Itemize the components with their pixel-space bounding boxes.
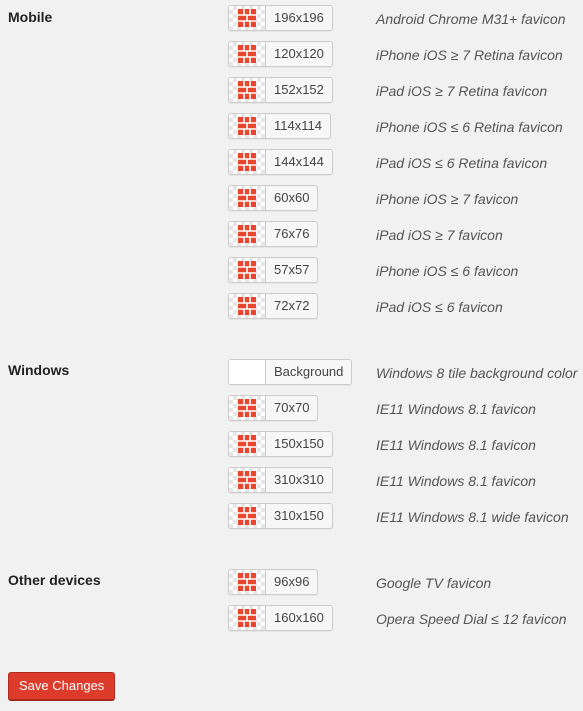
favicon-upload-button[interactable]: 57x57 bbox=[228, 257, 319, 283]
favicon-upload-button[interactable]: 72x72 bbox=[228, 293, 319, 319]
favicon-description: iPhone iOS ≥ 7 Retina favicon bbox=[376, 47, 563, 63]
favicon-description: iPad iOS ≥ 7 favicon bbox=[376, 227, 503, 243]
favicon-thumbnail-icon bbox=[229, 186, 266, 210]
favicon-size-label: 70x70 bbox=[274, 400, 310, 415]
favicon-description: IE11 Windows 8.1 favicon bbox=[376, 437, 536, 453]
favicon-thumbnail-icon bbox=[229, 570, 266, 594]
favicon-upload-button[interactable]: 144x144 bbox=[228, 149, 333, 175]
favicon-size-label: 57x57 bbox=[274, 262, 310, 277]
section-label-mobile: Mobile bbox=[8, 9, 53, 25]
background-label: Background bbox=[274, 364, 344, 379]
favicon-description: Android Chrome M31+ favicon bbox=[376, 11, 566, 27]
favicon-thumbnail-icon bbox=[229, 468, 266, 492]
favicon-thumbnail-icon bbox=[229, 42, 266, 66]
favicon-size-label: 120x120 bbox=[274, 46, 324, 61]
favicon-description: IE11 Windows 8.1 favicon bbox=[376, 401, 536, 417]
favicon-upload-button[interactable]: 76x76 bbox=[228, 221, 319, 247]
favicon-upload-button[interactable]: 310x310 bbox=[228, 467, 333, 493]
favicon-thumbnail-icon bbox=[229, 114, 266, 138]
favicon-upload-button[interactable]: 96x96 bbox=[228, 569, 319, 595]
favicon-size-label: 310x310 bbox=[274, 472, 324, 487]
favicon-description: Windows 8 tile background color bbox=[376, 365, 578, 381]
favicon-description: iPhone iOS ≤ 6 Retina favicon bbox=[376, 119, 563, 135]
favicon-size-label: 76x76 bbox=[274, 226, 310, 241]
section-label-windows: Windows bbox=[8, 362, 70, 378]
section-label-other-devices: Other devices bbox=[8, 572, 101, 588]
favicon-upload-button[interactable]: 70x70 bbox=[228, 395, 319, 421]
favicon-size-label: 114x114 bbox=[274, 118, 322, 133]
background-color-button[interactable]: Background bbox=[228, 359, 353, 385]
favicon-description: IE11 Windows 8.1 favicon bbox=[376, 473, 536, 489]
favicon-upload-button[interactable]: 160x160 bbox=[228, 605, 333, 631]
favicon-description: Opera Speed Dial ≤ 12 favicon bbox=[376, 611, 567, 627]
favicon-thumbnail-icon bbox=[229, 294, 266, 318]
favicon-description: IE11 Windows 8.1 wide favicon bbox=[376, 509, 569, 525]
favicon-size-label: 152x152 bbox=[274, 82, 324, 97]
favicon-description: iPad iOS ≥ 7 Retina favicon bbox=[376, 83, 548, 99]
favicon-thumbnail-icon bbox=[229, 432, 266, 456]
favicon-thumbnail-icon bbox=[229, 258, 266, 282]
favicon-description: iPhone iOS ≥ 7 favicon bbox=[376, 191, 519, 207]
favicon-size-label: 310x150 bbox=[274, 508, 324, 523]
favicon-size-label: 144x144 bbox=[274, 154, 324, 169]
favicon-thumbnail-icon bbox=[229, 396, 266, 420]
favicon-upload-button[interactable]: 120x120 bbox=[228, 41, 333, 67]
favicon-size-label: 60x60 bbox=[274, 190, 310, 205]
favicon-upload-button[interactable]: 152x152 bbox=[228, 77, 333, 103]
favicon-size-label: 72x72 bbox=[274, 298, 310, 313]
favicon-description: iPad iOS ≤ 6 favicon bbox=[376, 299, 503, 315]
favicon-thumbnail-icon bbox=[229, 606, 266, 630]
color-swatch bbox=[229, 360, 266, 384]
save-changes-button[interactable]: Save Changes bbox=[8, 672, 116, 700]
favicon-upload-button[interactable]: 310x150 bbox=[228, 503, 333, 529]
favicon-thumbnail-icon bbox=[229, 78, 266, 102]
favicon-thumbnail-icon bbox=[229, 504, 266, 528]
favicon-upload-button[interactable]: 114x114 bbox=[228, 113, 331, 139]
favicon-thumbnail-icon bbox=[229, 150, 266, 174]
favicon-size-label: 150x150 bbox=[274, 436, 324, 451]
favicon-upload-button[interactable]: 196x196 bbox=[228, 5, 333, 31]
favicon-thumbnail-icon bbox=[229, 6, 266, 30]
favicon-size-label: 196x196 bbox=[274, 10, 324, 25]
favicon-size-label: 160x160 bbox=[274, 610, 324, 625]
favicon-description: iPhone iOS ≤ 6 favicon bbox=[376, 263, 519, 279]
favicon-upload-button[interactable]: 150x150 bbox=[228, 431, 333, 457]
favicon-size-label: 96x96 bbox=[274, 574, 310, 589]
favicon-description: Google TV favicon bbox=[376, 575, 492, 591]
favicon-description: iPad iOS ≤ 6 Retina favicon bbox=[376, 155, 548, 171]
favicon-upload-button[interactable]: 60x60 bbox=[228, 185, 319, 211]
favicon-thumbnail-icon bbox=[229, 222, 266, 246]
